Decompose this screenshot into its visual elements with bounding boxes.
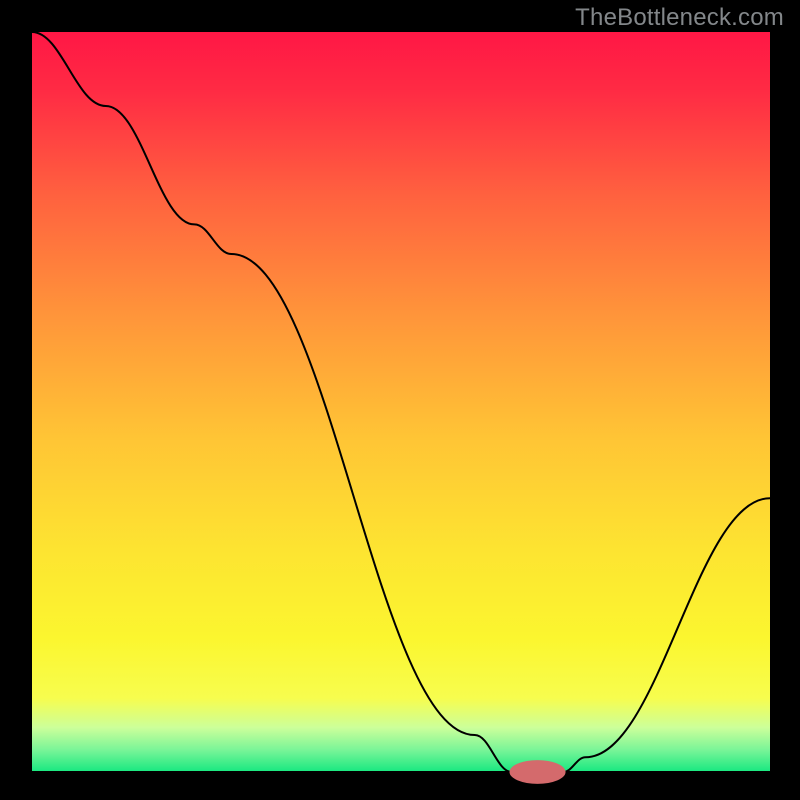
chart-background	[32, 32, 770, 772]
watermark-text: TheBottleneck.com	[575, 4, 784, 32]
bottleneck-chart	[0, 0, 800, 800]
chart-container: { "watermark": "TheBottleneck.com", "cha…	[0, 0, 800, 800]
optimal-marker	[509, 760, 565, 784]
